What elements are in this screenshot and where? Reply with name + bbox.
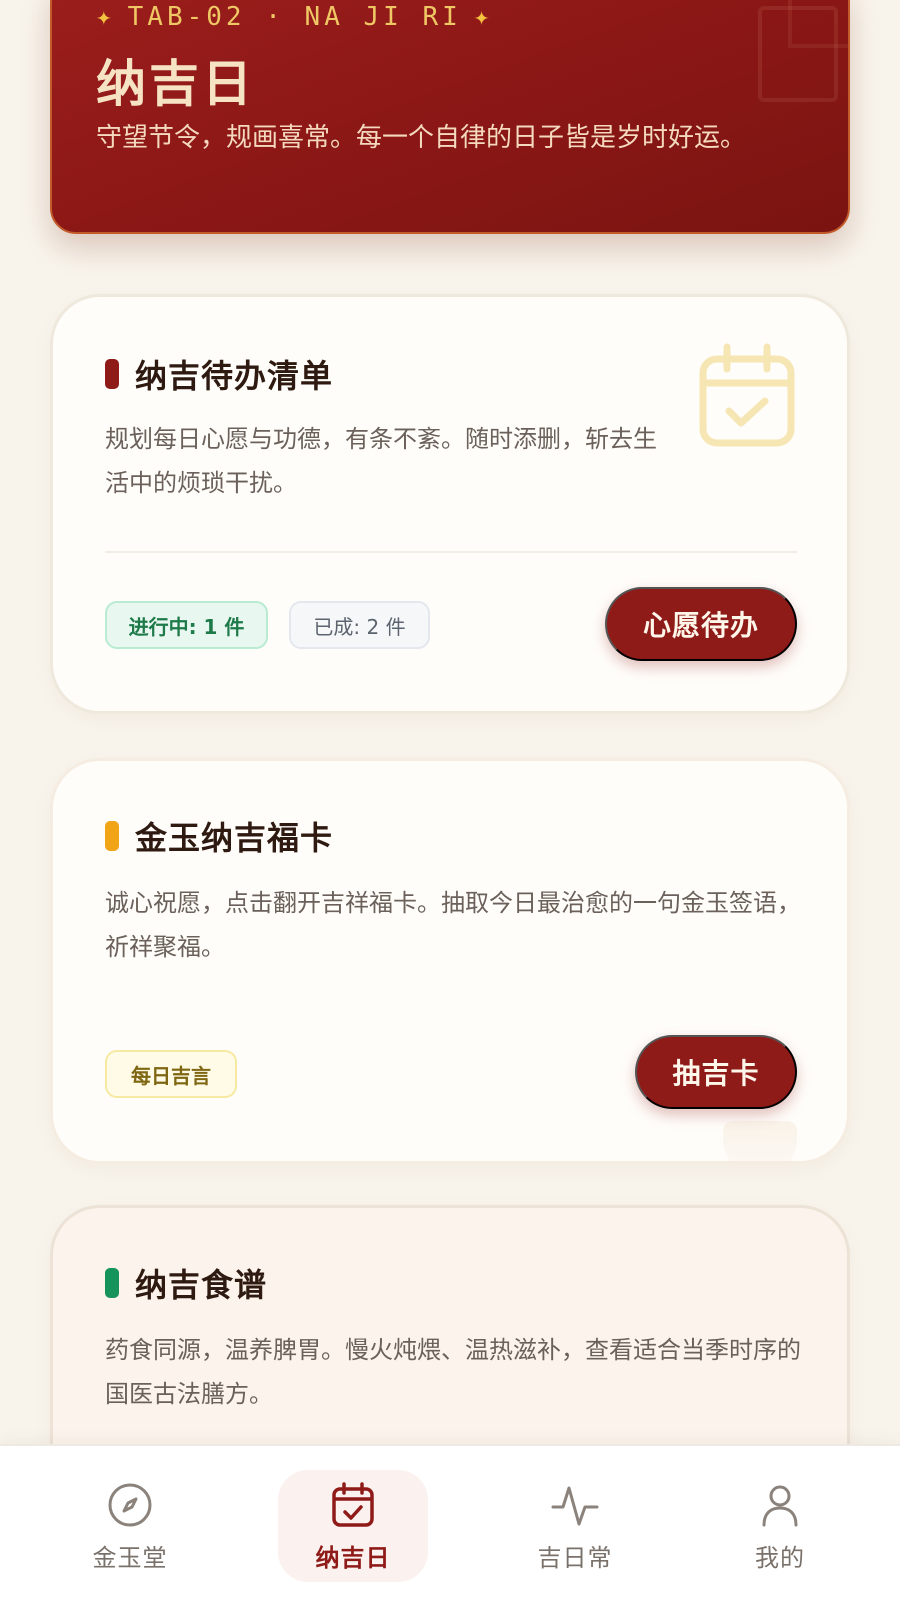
- card-title: 纳吉食谱: [135, 1266, 268, 1304]
- divider: [105, 551, 797, 553]
- calendar-check-icon: [332, 1482, 374, 1527]
- card-title: 纳吉待办清单: [135, 357, 334, 395]
- compass-icon: [108, 1483, 152, 1527]
- fortune-card[interactable]: 金玉纳吉福卡 诚心祝愿，点击翻开吉祥福卡。抽取今日最治愈的一句金玉签语，祈祥聚福…: [50, 758, 850, 1164]
- in-progress-badge: 进行中: 1 件: [105, 601, 268, 649]
- page-subtitle: 守望节令，规画喜常。每一个自律的日子皆是岁时好运。: [96, 123, 747, 153]
- hero-banner: ✦ TAB-02 · NA JI RI ✦ 纳吉日 守望节令，规画喜常。每一个自…: [50, 0, 850, 234]
- accent-bar: [105, 821, 119, 851]
- hero-tag-text: TAB-02 · NA JI RI: [127, 2, 462, 32]
- cup-decoration: [723, 1121, 797, 1161]
- nav-label: 我的: [755, 1544, 805, 1572]
- bottom-nav: 金玉堂 纳吉日 吉日常 我的: [0, 1444, 900, 1600]
- card-header: 纳吉待办清单: [105, 351, 333, 397]
- accent-bar: [105, 1268, 119, 1298]
- card-description: 规划每日心愿与功德，有条不紊。随时添删，斩去生活中的烦琐干扰。: [105, 425, 657, 497]
- card-description: 药食同源，温养脾胃。慢火炖煨、温热滋补，查看适合当季时序的国医古法膳方。: [105, 1336, 801, 1408]
- accent-bar: [105, 359, 119, 389]
- user-icon: [762, 1485, 798, 1527]
- todo-card[interactable]: 纳吉待办清单 规划每日心愿与功德，有条不紊。随时添删，斩去生活中的烦琐干扰。 进…: [50, 294, 850, 714]
- hero-tag: ✦ TAB-02 · NA JI RI ✦: [96, 2, 493, 32]
- card-header: 纳吉食谱: [105, 1260, 267, 1306]
- page-title: 纳吉日: [96, 55, 255, 113]
- nav-label: 金玉堂: [92, 1544, 168, 1572]
- draw-card-button[interactable]: 抽吉卡: [635, 1035, 797, 1109]
- sparkle-icon: ✦: [96, 2, 116, 32]
- hero-decoration-corner: [788, 0, 848, 48]
- sparkle-icon: ✦: [473, 2, 494, 32]
- calendar-check-icon: [699, 343, 795, 447]
- wish-todo-button[interactable]: 心愿待办: [605, 587, 797, 661]
- nav-item-najiri[interactable]: 纳吉日: [278, 1470, 428, 1582]
- nav-item-jinyutang[interactable]: 金玉堂: [70, 1470, 190, 1582]
- nav-label: 吉日常: [537, 1544, 613, 1572]
- page: ✦ TAB-02 · NA JI RI ✦ 纳吉日 守望节令，规画喜常。每一个自…: [0, 0, 900, 1600]
- completed-badge: 已成: 2 件: [289, 601, 430, 649]
- daily-blessing-badge: 每日吉言: [105, 1050, 237, 1098]
- card-title: 金玉纳吉福卡: [135, 819, 334, 857]
- pulse-icon: [551, 1486, 599, 1526]
- nav-item-jirichang[interactable]: 吉日常: [510, 1470, 640, 1582]
- nav-label: 纳吉日: [315, 1544, 391, 1572]
- card-header: 金玉纳吉福卡: [105, 813, 333, 859]
- card-description: 诚心祝愿，点击翻开吉祥福卡。抽取今日最治愈的一句金玉签语，祈祥聚福。: [105, 889, 801, 961]
- nav-item-profile[interactable]: 我的: [720, 1470, 840, 1582]
